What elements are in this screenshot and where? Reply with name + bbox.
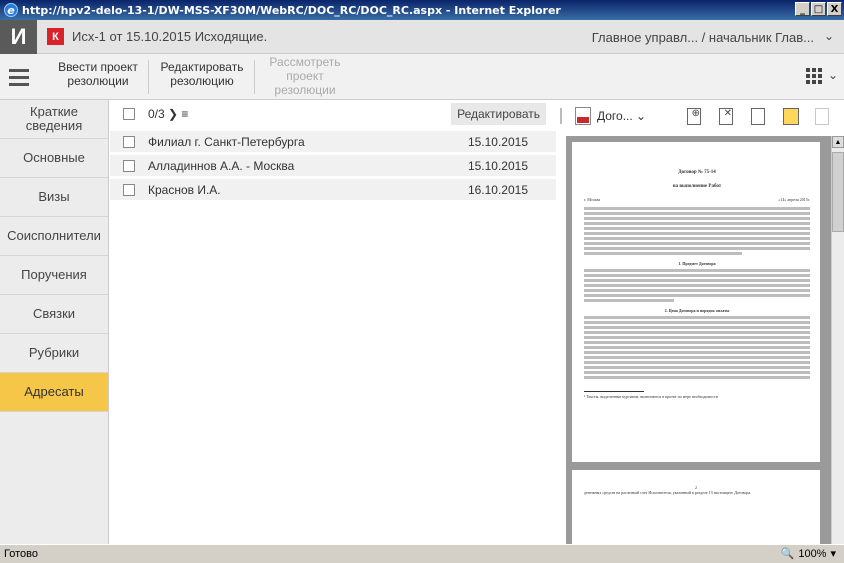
document-preview[interactable]: Договор № 75-14 на выполнение Работ г. М… [566,136,842,544]
maximize-button[interactable]: □ [811,2,826,16]
zoom-control[interactable]: 🔍 100% ▾ [780,547,836,561]
chevron-down-icon[interactable]: ▾ [830,547,836,560]
card-type-badge: К [47,28,64,45]
document-title: Исх-1 от 15.10.2015 Исходящие. [72,29,268,44]
selection-counter[interactable]: 0/3 ❯ ≡ [148,107,188,121]
add-page-icon[interactable]: ⊕ [687,104,701,128]
export-icon[interactable] [815,104,829,128]
app-header: И К Исх-1 от 15.10.2015 Исходящие. Главн… [0,19,844,54]
row-checkbox[interactable] [123,183,135,196]
hamburger-icon [9,68,29,72]
list-item[interactable]: Алладиннов А.А. - Москва 15.10.2015 [110,152,556,176]
chevron-down-icon[interactable]: ⌄ [824,29,834,43]
toolbar-divider [148,60,149,94]
addressee-name: Алладиннов А.А. - Москва [148,158,295,173]
select-all-checkbox[interactable] [123,108,135,120]
scroll-up-icon[interactable]: ▲ [832,136,844,148]
viewer-divider [560,108,562,124]
ie-logo-icon: e [4,3,18,17]
toolbar-divider [254,60,255,94]
addressee-name: Краснов И.А. [148,182,221,197]
document-page: Договор № 75-14 на выполнение Работ г. М… [572,142,820,462]
apps-grid-icon[interactable] [806,68,822,84]
app: И К Исх-1 от 15.10.2015 Исходящие. Главн… [0,19,844,544]
list-item[interactable]: Филиал г. Санкт-Петербурга 15.10.2015 [110,128,556,152]
sidebar-item-visas[interactable]: Визы [0,178,108,217]
copy-page-icon[interactable] [751,104,765,128]
sidebar-item-rubrics[interactable]: Рубрики [0,334,108,373]
toolbar: Ввести проект резолюции Редактировать ре… [0,54,844,100]
edit-button[interactable]: Редактировать [451,103,546,125]
sidebar-item-links[interactable]: Связки [0,295,108,334]
review-resolution-project-button[interactable]: Рассмотреть проект резолюции [260,55,350,97]
close-button[interactable]: X [827,2,842,16]
list-header: 0/3 ❯ ≡ Редактировать [110,100,556,128]
addressee-list: 0/3 ❯ ≡ Редактировать Филиал г. Санкт-Пе… [110,100,556,544]
viewer-scrollbar[interactable]: ▲ [831,136,844,544]
row-checkbox[interactable] [123,159,135,172]
addressee-date: 15.10.2015 [467,134,528,149]
minimize-button[interactable]: _ [795,2,810,16]
sidebar-item-coexecutors[interactable]: Соисполнители [0,217,108,256]
status-bar: Готово 🔍 100% ▾ [0,544,844,563]
document-viewer: Дого... ⌄ ⊕ ✕ Договор № 75-14 на выполне… [557,100,844,544]
zoom-icon: 🔍 [780,548,795,560]
addressee-date: 16.10.2015 [467,182,528,197]
sidebar-item-assignments[interactable]: Поручения [0,256,108,295]
window-controls: _ □ X [795,2,842,16]
row-checkbox[interactable] [123,135,135,148]
remove-page-icon[interactable]: ✕ [719,104,733,128]
sidebar-item-main[interactable]: Основные [0,139,108,178]
user-position[interactable]: Главное управл... / начальник Глав... [592,30,814,45]
hamburger-menu-button[interactable] [0,54,38,100]
document-select[interactable]: Дого... ⌄ [597,104,646,128]
brand-logo[interactable]: И [0,19,37,54]
window-titlebar: e http://hpv2-delo-13-1/DW-MSS-XF30M/Web… [0,0,844,20]
sidebar-item-addressees[interactable]: Адресаты [0,373,108,412]
window-title: http://hpv2-delo-13-1/DW-MSS-XF30M/WebRC… [22,3,561,17]
pdf-file-icon [575,104,591,128]
chevron-down-icon[interactable]: ⌄ [828,68,838,82]
document-page: 2 денежных средств на расчетный счет Исп… [572,470,820,544]
list-item[interactable]: Краснов И.А. 16.10.2015 [110,176,556,200]
addressee-name: Филиал г. Санкт-Петербурга [148,134,305,149]
sidebar: Краткие сведения Основные Визы Соисполнит… [0,100,109,544]
enter-resolution-project-button[interactable]: Ввести проект резолюции [50,60,146,88]
status-text: Готово [4,548,38,560]
sidebar-item-summary[interactable]: Краткие сведения [0,100,108,139]
edit-document-icon[interactable] [783,104,799,128]
edit-resolution-button[interactable]: Редактировать резолюцию [154,60,250,88]
scroll-thumb[interactable] [832,152,844,232]
zoom-level: 100% [798,547,827,560]
addressee-date: 15.10.2015 [467,158,528,173]
